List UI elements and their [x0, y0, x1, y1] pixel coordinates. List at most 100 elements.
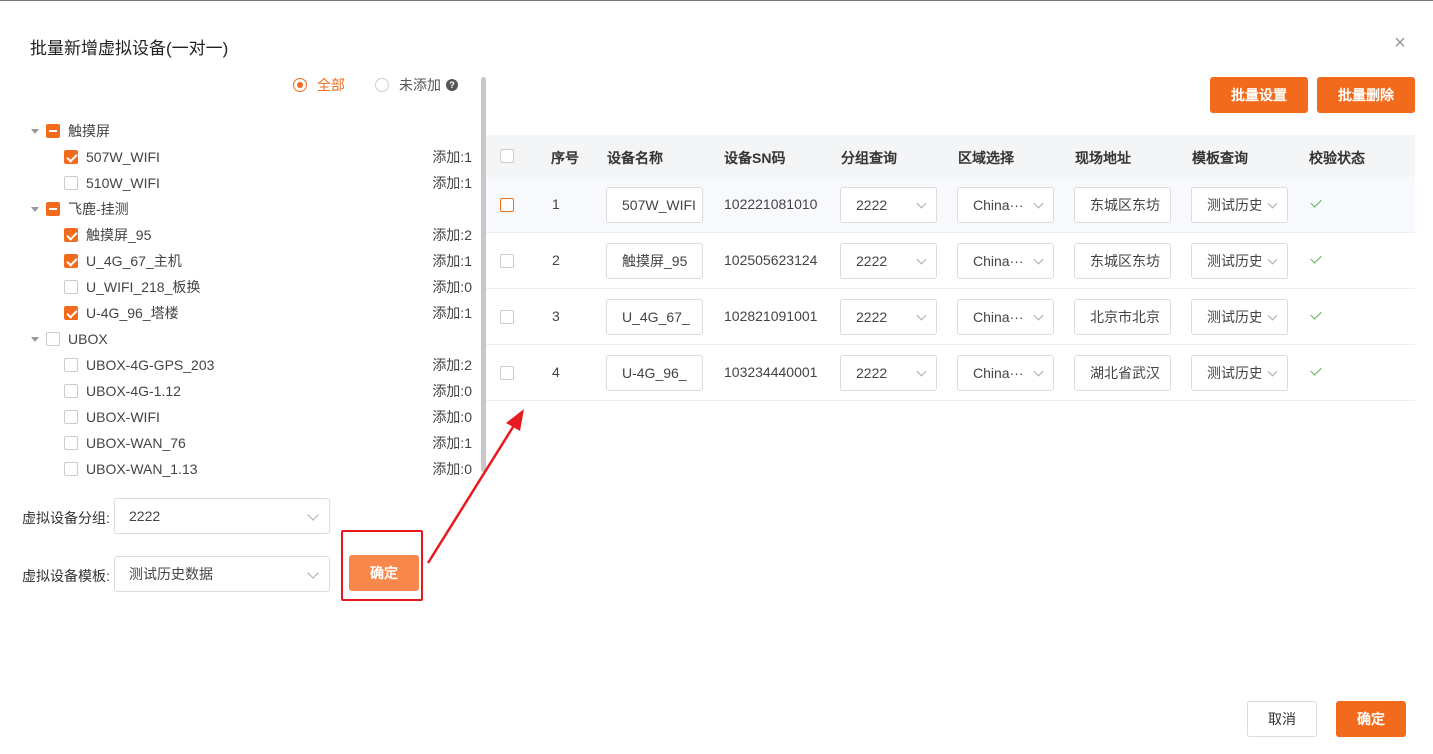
tree-checkbox[interactable] — [64, 384, 78, 398]
tree-label: UBOX-WAN_1.13 — [86, 461, 198, 477]
tree-group[interactable]: 触摸屏 — [30, 118, 472, 144]
device-name-input[interactable]: U_4G_67_ — [606, 299, 703, 335]
tree-label: 510W_WIFI — [86, 175, 160, 191]
th-group: 分组查询 — [841, 150, 897, 166]
tree-item[interactable]: UBOX-WIFI 添加:0 — [30, 404, 472, 430]
group-select[interactable]: 2222 — [114, 498, 330, 534]
tree-checkbox[interactable] — [64, 306, 78, 320]
tree-checkbox[interactable] — [64, 358, 78, 372]
tree-count: 添加:1 — [432, 175, 472, 191]
region-select-value: China··· — [973, 309, 1024, 325]
help-icon[interactable]: ? — [446, 79, 458, 91]
device-name-input[interactable]: 507W_WIFI — [606, 187, 703, 223]
chevron-down-icon — [916, 254, 927, 265]
template-select-value: 测试历史 — [1207, 197, 1261, 213]
tree-label: UBOX-4G-1.12 — [86, 383, 181, 399]
caret-down-icon[interactable] — [30, 334, 40, 344]
region-select[interactable]: China··· — [957, 243, 1054, 279]
tree-checkbox[interactable] — [64, 254, 78, 268]
tree-checkbox[interactable] — [64, 176, 78, 190]
chevron-down-icon — [307, 509, 319, 521]
select-all-checkbox[interactable] — [500, 149, 514, 163]
tree-item[interactable]: 触摸屏_95 添加:2 — [30, 222, 472, 248]
chevron-down-icon — [916, 198, 927, 209]
radio-not-added[interactable]: 未添加 ? — [375, 75, 458, 95]
template-select[interactable]: 测试历史 — [1191, 243, 1288, 279]
group-select[interactable]: 2222 — [840, 187, 937, 223]
tree-checkbox[interactable] — [64, 150, 78, 164]
address-input[interactable]: 湖北省武汉 — [1074, 355, 1171, 391]
tree-checkbox[interactable] — [64, 280, 78, 294]
device-sn: 103234440001 — [724, 364, 818, 380]
chevron-down-icon — [1267, 198, 1278, 209]
th-no: 序号 — [551, 150, 579, 166]
region-select[interactable]: China··· — [957, 355, 1054, 391]
tree-item[interactable]: U_WIFI_218_板换 添加:0 — [30, 274, 472, 300]
address-input[interactable]: 北京市北京 — [1074, 299, 1171, 335]
tree-item[interactable]: UBOX-WAN_1.13 添加:0 — [30, 456, 472, 482]
tree-checkbox[interactable] — [64, 410, 78, 424]
tree-count: 添加:2 — [432, 227, 472, 243]
template-select[interactable]: 测试历史 — [1191, 299, 1288, 335]
row-number: 2 — [552, 252, 560, 268]
tree-label: 507W_WIFI — [86, 149, 160, 165]
template-select-value: 测试历史 — [1207, 309, 1261, 325]
close-icon[interactable]: × — [1390, 33, 1410, 53]
row-checkbox[interactable] — [500, 198, 514, 212]
tree-item[interactable]: U-4G_96_塔楼 添加:1 — [30, 300, 472, 326]
row-checkbox[interactable] — [500, 366, 514, 380]
address-input[interactable]: 东城区东坊 — [1074, 243, 1171, 279]
row-checkbox[interactable] — [500, 310, 514, 324]
region-select-value: China··· — [973, 197, 1024, 213]
group-select[interactable]: 2222 — [840, 355, 937, 391]
chevron-down-icon — [916, 310, 927, 321]
template-select[interactable]: 测试历史数据 — [114, 556, 330, 592]
confirm-button[interactable]: 确定 — [1336, 701, 1406, 737]
tree-checkbox[interactable] — [46, 202, 60, 216]
tree-checkbox[interactable] — [46, 124, 60, 138]
region-select[interactable]: China··· — [957, 187, 1054, 223]
cancel-button[interactable]: 取消 — [1247, 701, 1317, 737]
tree-item[interactable]: UBOX-WAN_76 添加:1 — [30, 430, 472, 456]
template-select[interactable]: 测试历史 — [1191, 355, 1288, 391]
caret-down-icon[interactable] — [30, 204, 40, 214]
group-select[interactable]: 2222 — [840, 299, 937, 335]
batch-set-button[interactable]: 批量设置 — [1210, 77, 1308, 113]
device-name-input[interactable]: U-4G_96_ — [606, 355, 703, 391]
chevron-down-icon — [1267, 254, 1278, 265]
tree-checkbox[interactable] — [64, 462, 78, 476]
tree-item[interactable]: 510W_WIFI 添加:1 — [30, 170, 472, 196]
tree-checkbox[interactable] — [64, 228, 78, 242]
caret-down-icon[interactable] — [30, 126, 40, 136]
tree-label: 触摸屏 — [68, 123, 110, 139]
tree-item[interactable]: 507W_WIFI 添加:1 — [30, 144, 472, 170]
tree-label: U_4G_67_主机 — [86, 253, 182, 269]
tree-count: 添加:1 — [432, 305, 472, 321]
tree-group[interactable]: 飞鹿-挂测 — [30, 196, 472, 222]
group-select-value: 2222 — [856, 253, 888, 269]
row-checkbox[interactable] — [500, 254, 514, 268]
batch-delete-button[interactable]: 批量删除 — [1317, 77, 1415, 113]
device-sn: 102221081010 — [724, 196, 818, 212]
tree-item[interactable]: U_4G_67_主机 添加:1 — [30, 248, 472, 274]
tree-item[interactable]: UBOX-4G-1.12 添加:0 — [30, 378, 472, 404]
tree-checkbox[interactable] — [64, 436, 78, 450]
tree-checkbox[interactable] — [46, 332, 60, 346]
address-input[interactable]: 东城区东坊 — [1074, 187, 1171, 223]
radio-all[interactable]: 全部 — [293, 75, 345, 95]
chevron-down-icon — [1033, 198, 1044, 209]
group-select[interactable]: 2222 — [840, 243, 937, 279]
region-select[interactable]: China··· — [957, 299, 1054, 335]
template-select-value: 测试历史 — [1207, 253, 1261, 269]
tree-label: UBOX-WIFI — [86, 409, 160, 425]
row-number: 4 — [552, 364, 560, 380]
tree-item[interactable]: UBOX-4G-GPS_203 添加:2 — [30, 352, 472, 378]
tree-group[interactable]: UBOX — [30, 326, 472, 352]
template-select[interactable]: 测试历史 — [1191, 187, 1288, 223]
chevron-down-icon — [1033, 254, 1044, 265]
group-select-value: 2222 — [856, 365, 888, 381]
device-name-input[interactable]: 触摸屏_95 — [606, 243, 703, 279]
radio-not-added-label: 未添加 — [399, 77, 441, 93]
region-select-value: China··· — [973, 365, 1024, 381]
tree-label: UBOX — [68, 331, 108, 347]
